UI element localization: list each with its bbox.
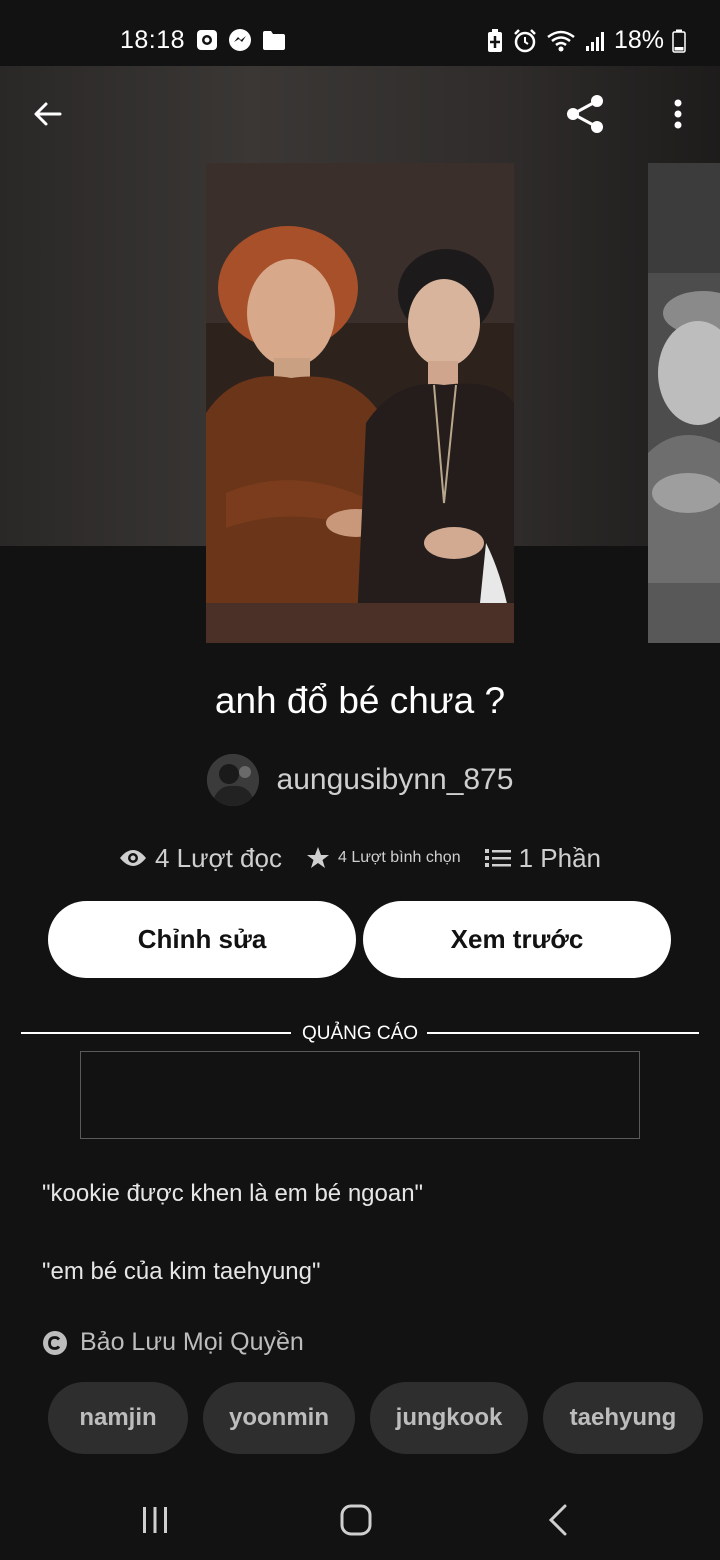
share-button[interactable]	[564, 92, 608, 136]
votes-stat: 4 Lượt bình chọn	[306, 846, 461, 870]
author-row[interactable]: aungusibynn_875	[0, 752, 720, 808]
description-line: "kookie được khen là em bé ngoan"	[42, 1180, 424, 1207]
author-username[interactable]: aungusibynn_875	[277, 763, 514, 797]
nav-back-icon	[548, 1504, 567, 1536]
more-vertical-icon	[674, 99, 682, 129]
ad-placeholder[interactable]	[80, 1051, 640, 1139]
reads-stat: 4 Lượt đọc	[119, 843, 282, 874]
avatar-image	[206, 754, 259, 806]
home-icon	[340, 1504, 372, 1536]
status-right-icons: 18%	[486, 26, 686, 55]
tag-chip[interactable]: jungkook	[370, 1382, 528, 1454]
system-navigation-bar	[0, 1480, 720, 1560]
signal-icon	[585, 31, 604, 51]
description-line: "em bé của kim taehyung"	[42, 1258, 321, 1285]
copyright-row: Bảo Lưu Mọi Quyền	[42, 1328, 304, 1357]
tag-chip[interactable]: namjin	[48, 1382, 188, 1454]
star-icon	[306, 847, 329, 868]
more-options-button[interactable]	[656, 92, 700, 136]
cover-illustration	[206, 163, 514, 643]
ad-divider: QUẢNG CÁO	[21, 1020, 699, 1046]
list-icon	[484, 849, 511, 867]
nav-back-button[interactable]	[528, 1498, 588, 1542]
status-bar: 18:18 18%	[0, 0, 720, 66]
folder-icon	[263, 31, 285, 50]
next-cover-illustration	[648, 163, 720, 643]
reads-count: 4 Lượt đọc	[155, 842, 282, 873]
home-button[interactable]	[326, 1498, 386, 1542]
preview-button[interactable]: Xem trước	[363, 901, 671, 978]
alarm-icon	[514, 28, 536, 52]
status-time: 18:18	[120, 26, 186, 54]
parts-stat: 1 Phần	[484, 842, 601, 874]
tag-list: namjin yoonmin jungkook taehyung	[48, 1382, 720, 1454]
story-stats: 4 Lượt đọc 4 Lượt bình chọn 1 Phần	[0, 836, 720, 880]
tag-chip[interactable]: yoonmin	[203, 1382, 355, 1454]
eye-icon	[120, 850, 146, 866]
share-icon	[567, 95, 603, 133]
copyright-text: Bảo Lưu Mọi Quyền	[80, 1328, 304, 1356]
battery-saver-icon	[487, 28, 502, 52]
back-arrow-icon	[34, 102, 62, 126]
parts-count: 1 Phần	[518, 842, 601, 873]
ad-divider-line-right	[427, 1032, 699, 1034]
copyright-icon	[43, 1330, 67, 1355]
recent-apps-icon	[143, 1507, 167, 1533]
wifi-icon	[547, 30, 575, 51]
battery-percentage: 18%	[613, 26, 664, 54]
next-story-cover[interactable]	[648, 163, 720, 643]
battery-icon	[672, 29, 686, 53]
tag-chip[interactable]: taehyung	[543, 1382, 703, 1454]
edit-button[interactable]: Chỉnh sửa	[48, 901, 356, 978]
notification-app-icon	[197, 30, 217, 50]
votes-count: 4 Lượt bình chọn	[337, 849, 461, 866]
back-button[interactable]	[26, 92, 70, 136]
recent-apps-button[interactable]	[125, 1498, 185, 1542]
story-title: anh đổ bé chưa ?	[214, 680, 506, 721]
messenger-icon	[229, 29, 251, 51]
story-cover-image[interactable]	[206, 163, 514, 643]
status-left-icons	[196, 28, 286, 52]
ad-label: QUẢNG CÁO	[301, 1023, 419, 1044]
author-avatar[interactable]	[206, 754, 259, 806]
